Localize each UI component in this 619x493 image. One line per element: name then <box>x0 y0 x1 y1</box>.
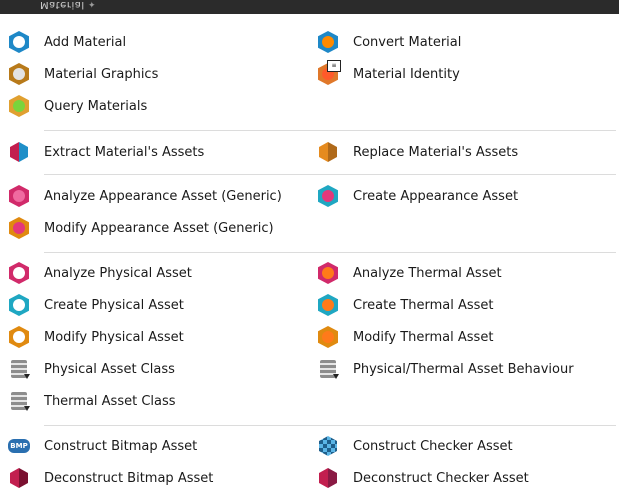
menu-item-label: Physical/Thermal Asset Behaviour <box>353 361 574 377</box>
menu-item-create-thermal[interactable]: Create Thermal Asset <box>317 291 494 319</box>
menu-item-label: Physical Asset Class <box>44 361 175 377</box>
header-marker-icon: ✦ <box>88 1 96 11</box>
group-divider <box>44 174 616 175</box>
menu-item-convert-material[interactable]: Convert Material <box>317 28 461 56</box>
create-physical-icon <box>8 294 30 316</box>
menu-item-modify-thermal[interactable]: Modify Thermal Asset <box>317 323 493 351</box>
menu-item-construct-bitmap[interactable]: BMP Construct Bitmap Asset <box>8 432 197 460</box>
menu-item-deconstruct-bitmap[interactable]: Deconstruct Bitmap Asset <box>8 464 213 492</box>
menu-item-label: Modify Physical Asset <box>44 329 184 345</box>
panel-header: Material ✦ <box>0 0 619 14</box>
menu-item-label: Material Identity <box>353 66 460 82</box>
menu-item-analyze-physical[interactable]: Analyze Physical Asset <box>8 259 192 287</box>
menu-item-physical-asset-class[interactable]: Physical Asset Class <box>8 355 175 383</box>
extract-assets-icon <box>8 141 30 163</box>
panel-title: Material <box>40 0 85 10</box>
group-divider <box>44 425 616 426</box>
menu-item-add-material[interactable]: Add Material <box>8 28 126 56</box>
menu-item-label: Query Materials <box>44 98 148 114</box>
menu-item-label: Analyze Thermal Asset <box>353 265 502 281</box>
asset-behaviour-icon <box>317 358 339 380</box>
menu-item-thermal-asset-class[interactable]: Thermal Asset Class <box>8 387 176 415</box>
deconstruct-checker-icon <box>317 467 339 489</box>
menu-item-query-materials[interactable]: Query Materials <box>8 92 147 120</box>
replace-assets-icon <box>317 141 339 163</box>
menu-item-replace-assets[interactable]: Replace Material's Assets <box>317 138 518 166</box>
menu-item-label: Analyze Appearance Asset (Generic) <box>44 188 282 204</box>
menu-item-label: Convert Material <box>353 34 462 50</box>
menu-item-create-physical[interactable]: Create Physical Asset <box>8 291 184 319</box>
bmp-tag: BMP <box>8 439 30 453</box>
menu-item-label: Create Physical Asset <box>44 297 184 313</box>
menu-item-asset-behaviour[interactable]: Physical/Thermal Asset Behaviour <box>317 355 574 383</box>
create-thermal-icon <box>317 294 339 316</box>
menu-item-label: Create Appearance Asset <box>353 188 519 204</box>
menu-item-modify-appearance[interactable]: Modify Appearance Asset (Generic) <box>8 214 274 242</box>
menu-item-label: Extract Material's Assets <box>44 144 205 160</box>
modify-thermal-icon <box>317 326 339 348</box>
analyze-thermal-icon <box>317 262 339 284</box>
menu-item-label: Modify Appearance Asset (Generic) <box>44 220 274 236</box>
menu-item-analyze-appearance[interactable]: Analyze Appearance Asset (Generic) <box>8 182 282 210</box>
material-graphics-icon <box>8 63 30 85</box>
modify-appearance-icon <box>8 217 30 239</box>
analyze-appearance-icon <box>8 185 30 207</box>
convert-material-icon <box>317 31 339 53</box>
menu-item-analyze-thermal[interactable]: Analyze Thermal Asset <box>317 259 502 287</box>
menu-item-label: Create Thermal Asset <box>353 297 494 313</box>
create-appearance-icon <box>317 185 339 207</box>
menu-item-label: Replace Material's Assets <box>353 144 519 160</box>
menu-item-material-identity[interactable]: ≡ Material Identity <box>317 60 460 88</box>
menu-item-label: Material Graphics <box>44 66 159 82</box>
menu-item-label: Analyze Physical Asset <box>44 265 192 281</box>
add-material-icon <box>8 31 30 53</box>
physical-asset-class-icon <box>8 358 30 380</box>
menu-item-label: Modify Thermal Asset <box>353 329 494 345</box>
menu-item-extract-assets[interactable]: Extract Material's Assets <box>8 138 204 166</box>
menu-item-deconstruct-checker[interactable]: Deconstruct Checker Asset <box>317 464 529 492</box>
menu-item-create-appearance[interactable]: Create Appearance Asset <box>317 182 518 210</box>
construct-checker-icon <box>317 435 339 457</box>
menu-item-construct-checker[interactable]: Construct Checker Asset <box>317 432 513 460</box>
modify-physical-icon <box>8 326 30 348</box>
menu-item-label: Deconstruct Bitmap Asset <box>44 470 214 486</box>
menu-item-modify-physical[interactable]: Modify Physical Asset <box>8 323 184 351</box>
menu-item-label: Deconstruct Checker Asset <box>353 470 529 486</box>
material-identity-icon: ≡ <box>317 60 341 85</box>
deconstruct-bitmap-icon <box>8 467 30 489</box>
menu-item-label: Construct Checker Asset <box>353 438 513 454</box>
analyze-physical-icon <box>8 262 30 284</box>
menu-item-label: Thermal Asset Class <box>44 393 176 409</box>
thermal-asset-class-icon <box>8 390 30 412</box>
group-divider <box>44 130 616 131</box>
query-materials-icon <box>8 95 30 117</box>
menu-item-label: Add Material <box>44 34 127 50</box>
group-divider <box>44 252 616 253</box>
menu-item-label: Construct Bitmap Asset <box>44 438 198 454</box>
construct-bitmap-icon: BMP <box>8 435 30 457</box>
menu-item-material-graphics[interactable]: Material Graphics <box>8 60 158 88</box>
